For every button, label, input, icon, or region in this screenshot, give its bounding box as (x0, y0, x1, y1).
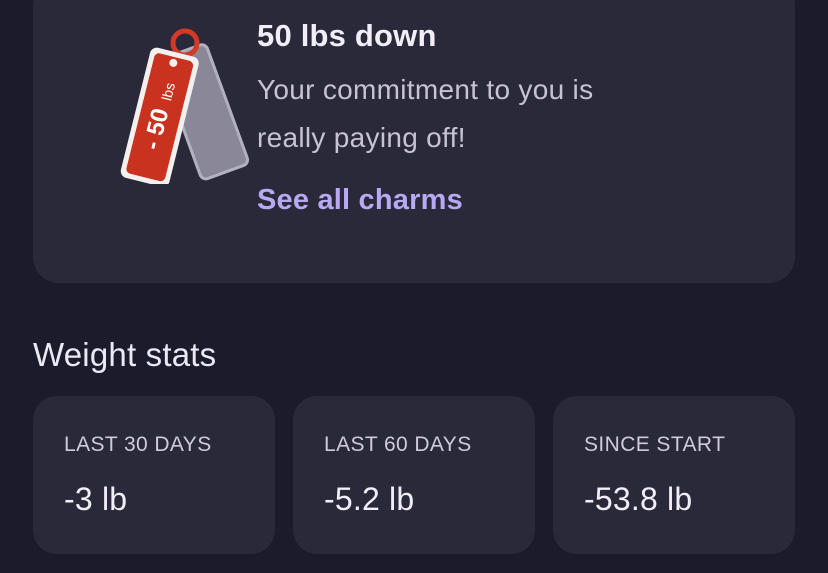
weight-stats-title: Weight stats (33, 336, 217, 373)
charm-title: 50 lbs down (257, 18, 437, 53)
charm-text: 50 lbs down Your commitment to you is re… (257, 16, 737, 217)
charm-card[interactable]: - 50 lbs 50 lbs down Your commitment to … (33, 0, 795, 283)
stat-label: LAST 60 DAYS (324, 433, 472, 456)
stat-label: LAST 30 DAYS (64, 433, 212, 456)
stat-card-last-30-days[interactable]: LAST 30 DAYS -3 lb (33, 396, 275, 554)
stat-value: -3 lb (64, 481, 128, 517)
stat-value: -5.2 lb (324, 481, 415, 517)
see-all-charms-link[interactable]: See all charms (257, 184, 463, 217)
stat-card-since-start[interactable]: SINCE START -53.8 lb (553, 396, 795, 554)
charm-description-line-2: really paying off! (257, 122, 466, 153)
stat-card-last-60-days[interactable]: LAST 60 DAYS -5.2 lb (293, 396, 535, 554)
stat-value: -53.8 lb (584, 481, 693, 517)
weight-loss-tag-icon: - 50 lbs (120, 28, 250, 184)
stat-label: SINCE START (584, 433, 726, 456)
charm-description-line-1: Your commitment to you is (257, 74, 594, 105)
page: - 50 lbs 50 lbs down Your commitment to … (0, 0, 828, 573)
charm-description: Your commitment to you is really paying … (257, 66, 737, 162)
